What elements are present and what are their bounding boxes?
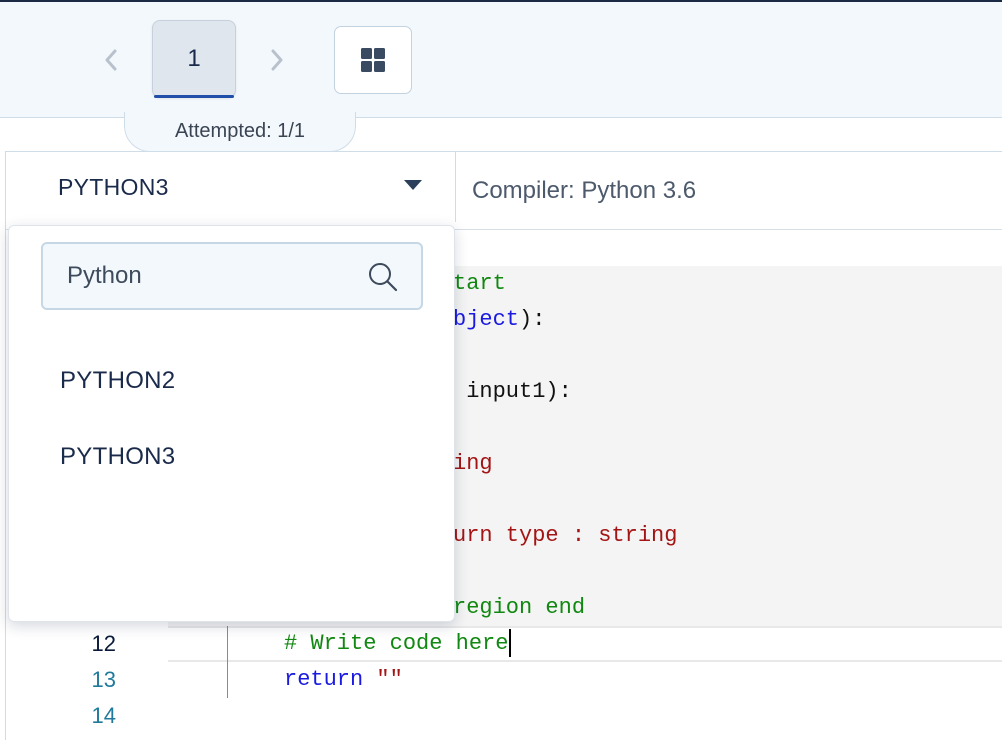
line-number: 12 [91, 631, 116, 656]
previous-question-button[interactable] [96, 42, 126, 78]
active-question-indicator [154, 95, 234, 98]
language-search-box[interactable] [41, 242, 423, 310]
code-line[interactable]: region end [453, 590, 585, 626]
line-number: 13 [91, 667, 116, 692]
code-token: # Write code here [284, 631, 509, 656]
question-number: 1 [187, 45, 201, 72]
search-icon [369, 263, 398, 292]
question-1-button[interactable]: 1 [152, 20, 236, 98]
question-grid-button[interactable] [334, 26, 412, 94]
code-token: ): [519, 307, 546, 332]
compiler-label: Compiler: Python 3.6 [472, 177, 697, 204]
code-line[interactable]: ing [453, 446, 493, 482]
code-token: "" [376, 667, 403, 692]
line-number: 14 [91, 703, 116, 728]
attempted-badge: Attempted: 1/1 [124, 112, 356, 152]
caret-down-icon [404, 180, 422, 190]
indent-guide [227, 626, 228, 698]
code-line[interactable]: tart [453, 266, 506, 302]
next-question-button[interactable] [262, 42, 292, 78]
code-line[interactable]: input1): [453, 374, 572, 410]
code-line[interactable]: return "" [284, 662, 403, 698]
language-select[interactable]: PYTHON3 [6, 152, 456, 222]
language-option-python3[interactable]: PYTHON3 [60, 439, 175, 475]
language-dropdown: PYTHON2 PYTHON3 [8, 225, 455, 622]
grid-icon [361, 48, 385, 72]
selected-language: PYTHON3 [58, 173, 169, 200]
code-token: bject [453, 307, 520, 332]
text-cursor [509, 629, 512, 658]
code-line-current[interactable]: # Write code here [284, 626, 512, 662]
code-line[interactable]: bject): [453, 302, 545, 338]
language-option-python2[interactable]: PYTHON2 [60, 363, 175, 399]
code-token: return [284, 667, 364, 692]
code-line[interactable]: urn type : string [453, 518, 677, 554]
chevron-right-icon [271, 49, 283, 71]
chevron-left-icon [105, 49, 117, 71]
question-navigator: 1 [0, 0, 1002, 118]
page: 1 Attempted: 1/1 PYTHON3 Compiler: Pytho… [0, 0, 1002, 740]
language-search-input[interactable] [67, 244, 367, 308]
attempted-label: Attempted: 1/1 [174, 120, 306, 142]
